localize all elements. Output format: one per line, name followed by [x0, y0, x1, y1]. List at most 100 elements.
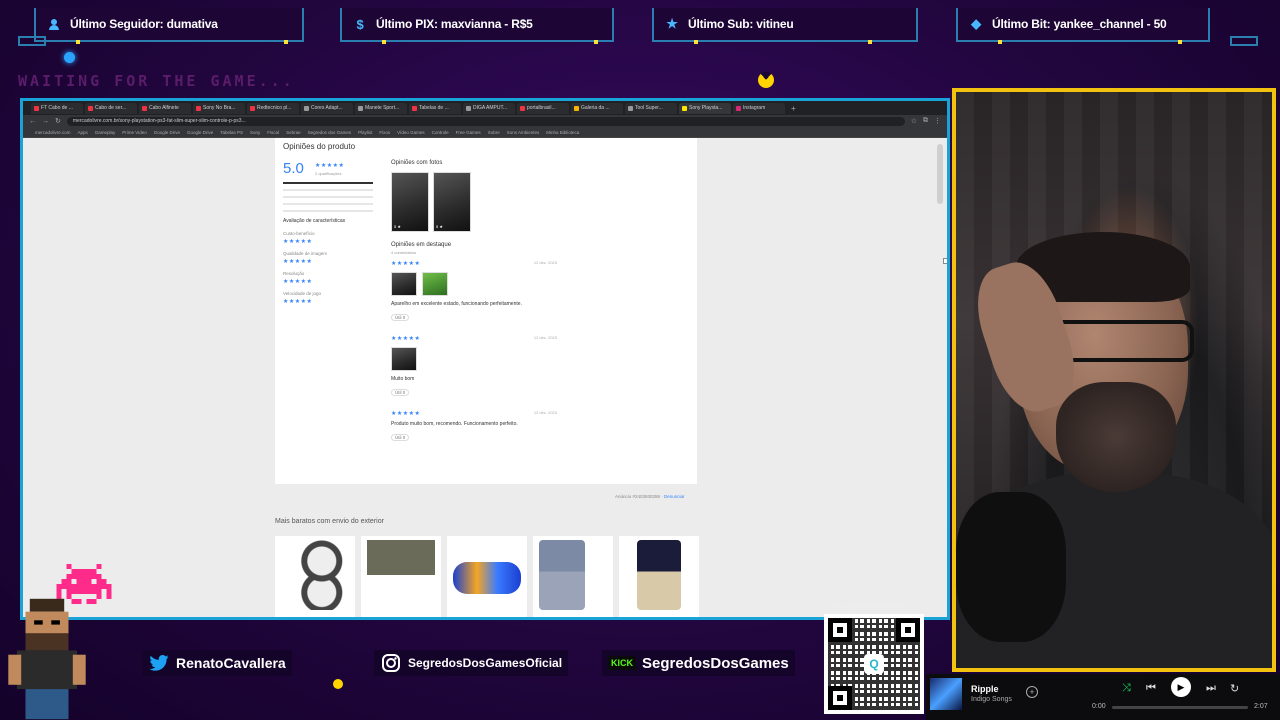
bookmark-item[interactable]: Sebrae [286, 130, 301, 135]
feature-item: Qualidade de imagem ★★★★★ [283, 251, 328, 265]
alert-last-pix-label: Último PIX: maxvianna - R$5 [376, 17, 533, 31]
bookmark-item[interactable]: Controle [432, 130, 449, 135]
browser-tab[interactable]: Instagram [733, 102, 785, 114]
livepix-logo-icon: Q [864, 654, 884, 674]
dollar-icon: $ [356, 16, 364, 32]
bookmark-item[interactable]: Sobre [488, 130, 500, 135]
review-photo[interactable]: 5 ★ [433, 172, 471, 232]
social-instagram[interactable]: SegredosDosGamesOficial [374, 650, 569, 676]
review-text: Aparelho em excelente estado, funcionand… [391, 301, 522, 307]
star-icon: ★ [666, 16, 678, 31]
shuffle-icon[interactable]: ⤨ [1122, 682, 1131, 695]
alert-last-follower: Último Seguidor: dumativa [34, 8, 304, 44]
microphone [956, 492, 1066, 642]
browser-tab[interactable]: FT Cabo de ... [31, 102, 83, 114]
product-card[interactable] [275, 536, 355, 617]
social-twitter[interactable]: RenatoCavallera [142, 650, 292, 676]
review-score: 5.0 [283, 160, 304, 177]
twitter-icon [148, 653, 170, 673]
extensions-icon[interactable]: ⧉ [923, 117, 928, 125]
next-icon[interactable]: ⏭ [1206, 682, 1216, 695]
review-helpful-button[interactable]: Útil 0 [391, 314, 410, 321]
review-helpful-button[interactable]: Útil 0 [391, 389, 410, 396]
instagram-icon [380, 653, 402, 673]
browser-tab[interactable]: Galeria da ... [571, 102, 623, 114]
photos-heading: Opiniões com fotos [391, 160, 443, 166]
kick-handle: SegredosDosGames [642, 654, 789, 672]
url-input[interactable]: mercadolivre.com.br/sony-playstation-ps3… [66, 116, 905, 126]
social-kick[interactable]: KICK SegredosDosGames [602, 650, 795, 676]
bookmark-star-icon[interactable]: ☆ [911, 117, 917, 125]
repeat-icon[interactable]: ↻ [1230, 682, 1239, 695]
pixel-character-icon [8, 598, 86, 720]
bookmark-item[interactable]: mercadolivre.com [35, 130, 71, 135]
features-heading: Avaliação de características [283, 218, 346, 224]
product-card[interactable] [447, 536, 527, 617]
browser-tab[interactable]: Manete Sport... [355, 102, 407, 114]
review-thumb[interactable] [391, 272, 417, 296]
webcam-feed [952, 88, 1276, 672]
product-image [539, 540, 585, 610]
forward-icon[interactable]: → [42, 118, 49, 125]
browser-tab[interactable]: Tabelas de ... [409, 102, 461, 114]
browser-tab[interactable]: Cabo Alfinete [139, 102, 191, 114]
bookmark-item[interactable]: Fiscal [267, 130, 279, 135]
progress-bar[interactable] [1112, 706, 1248, 709]
review-photo[interactable]: 5 ★ [391, 172, 429, 232]
twitter-handle: RenatoCavallera [176, 655, 286, 671]
review-date: 12 dez. 2023 [533, 260, 557, 265]
bookmark-item[interactable]: Prime Video [122, 130, 146, 135]
bookmark-item[interactable]: Gameplay [95, 130, 116, 135]
bookmark-item[interactable]: Apps [78, 130, 88, 135]
previous-icon[interactable]: ⏮ [1146, 682, 1156, 695]
review-thumb[interactable] [391, 347, 417, 371]
bookmark-item[interactable]: Segredos dos Games [308, 130, 352, 135]
bookmark-item[interactable]: Google Drive [187, 130, 213, 135]
page-scrollbar[interactable] [937, 144, 943, 614]
browser-tab[interactable]: Tool Super... [625, 102, 677, 114]
instagram-handle: SegredosDosGamesOficial [408, 656, 563, 670]
play-button[interactable]: ▶ [1171, 677, 1191, 697]
bookmark-item[interactable]: Google Drive [154, 130, 180, 135]
browser-tab[interactable]: Cabo de ser... [85, 102, 137, 114]
feature-item: Custo-benefício ★★★★★ [283, 231, 315, 245]
review-helpful-button[interactable]: Útil 0 [391, 434, 410, 441]
pacman-icon [758, 72, 774, 88]
browser-tab-active[interactable]: Sony Playsta... [679, 102, 731, 114]
browser-tab[interactable]: Redtecnico pl... [247, 102, 299, 114]
browser-tab-strip: FT Cabo de ... Cabo de ser... Cabo Alfin… [23, 101, 947, 115]
product-card[interactable] [361, 536, 441, 617]
scroll-marker [943, 258, 947, 264]
alert-last-pix: $ Último PIX: maxvianna - R$5 [340, 8, 614, 44]
bookmark-item[interactable]: Fixos [379, 130, 390, 135]
bookmarks-bar: mercadolivre.com Apps Gameplay Prime Vid… [23, 127, 947, 138]
bookmark-item[interactable]: Vídeo Games [397, 130, 425, 135]
feature-item: Velocidade de jogo ★★★★★ [283, 291, 322, 305]
bookmark-item[interactable]: Free Games [456, 130, 481, 135]
product-image [281, 540, 349, 610]
reviews-panel: Opiniões do produto 5.0 ★★★★★ 2 qualific… [275, 138, 697, 484]
browser-tab[interactable]: portalbrasil... [517, 102, 569, 114]
alert-last-bit-label: Último Bit: yankee_channel - 50 [992, 17, 1167, 31]
review-text: Produto muito bom, recomendo. Funcioname… [391, 421, 518, 427]
menu-icon[interactable]: ⋮ [934, 117, 941, 125]
browser-tab[interactable]: DIGA AMPUT... [463, 102, 515, 114]
bookmark-item[interactable]: Playlist [358, 130, 372, 135]
reload-icon[interactable]: ↻ [55, 117, 61, 125]
album-cover [930, 678, 962, 710]
address-bar: ← → ↻ mercadolivre.com.br/sony-playstati… [23, 115, 947, 127]
report-link[interactable]: Denunciar [664, 494, 685, 499]
add-icon[interactable]: + [1026, 686, 1038, 698]
bookmark-item[interactable]: Sons Ambientes [507, 130, 540, 135]
back-icon[interactable]: ← [29, 118, 36, 125]
new-tab-icon[interactable]: + [791, 104, 796, 113]
alert-last-bit: ◆ Último Bit: yankee_channel - 50 [956, 8, 1210, 44]
product-card[interactable] [619, 536, 699, 617]
bookmark-item[interactable]: Tabelas PS [220, 130, 243, 135]
browser-tab[interactable]: Cores Adapt... [301, 102, 353, 114]
browser-tab[interactable]: Sony No Bra... [193, 102, 245, 114]
bookmark-item[interactable]: Sony [250, 130, 260, 135]
bookmark-item[interactable]: Minha Biblioteca [546, 130, 579, 135]
product-card[interactable] [533, 536, 613, 617]
review-thumb[interactable] [422, 272, 448, 296]
